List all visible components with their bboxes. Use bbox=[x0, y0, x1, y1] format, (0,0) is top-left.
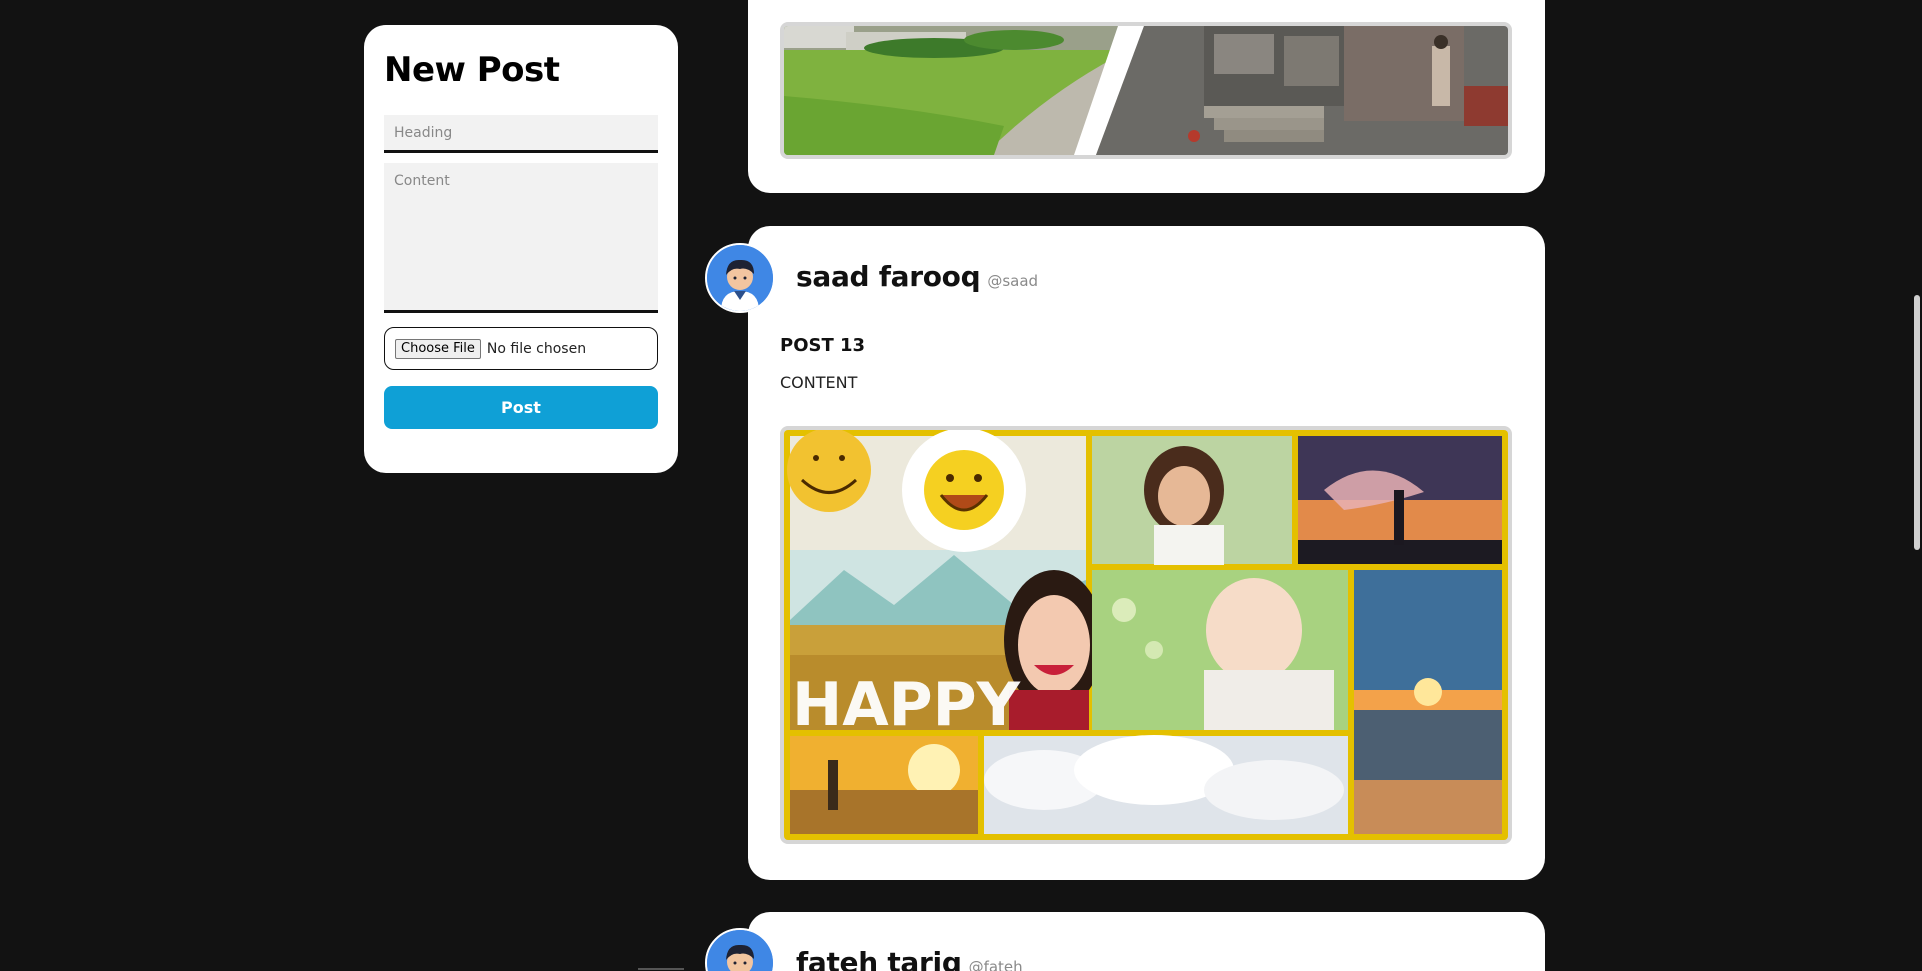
scrollbar-thumb[interactable] bbox=[1914, 295, 1920, 550]
post-content: CONTENT bbox=[780, 373, 858, 392]
post-author: fateh tariq @fateh bbox=[796, 946, 1023, 971]
author-name[interactable]: saad farooq bbox=[796, 260, 981, 293]
file-status: No file chosen bbox=[486, 340, 587, 357]
page-scrollbar[interactable] bbox=[1910, 0, 1922, 971]
author-name[interactable]: fateh tariq bbox=[796, 946, 962, 971]
content-textarea[interactable] bbox=[384, 163, 658, 313]
page: New Post Choose File No file chosen Post bbox=[0, 0, 1922, 971]
choose-file-button[interactable]: Choose File bbox=[395, 338, 481, 359]
post-card bbox=[748, 0, 1545, 193]
new-post-panel: New Post Choose File No file chosen Post bbox=[364, 25, 678, 473]
new-post-title: New Post bbox=[384, 50, 560, 90]
post-author: saad farooq @saad bbox=[796, 260, 1038, 293]
post-heading: POST 13 bbox=[780, 335, 866, 356]
divider bbox=[638, 968, 684, 970]
user-avatar-icon[interactable] bbox=[705, 243, 775, 313]
post-image bbox=[780, 22, 1512, 159]
collage-happy-text: HAPPY bbox=[792, 670, 1022, 740]
author-handle: @saad bbox=[987, 272, 1039, 290]
author-handle: @fateh bbox=[968, 958, 1023, 971]
heading-input[interactable] bbox=[384, 115, 658, 153]
post-card: POST 13 CONTENT HAPPY bbox=[748, 226, 1545, 880]
post-image[interactable]: HAPPY bbox=[780, 426, 1512, 844]
file-picker[interactable]: Choose File No file chosen bbox=[384, 327, 658, 370]
post-button[interactable]: Post bbox=[384, 386, 658, 429]
